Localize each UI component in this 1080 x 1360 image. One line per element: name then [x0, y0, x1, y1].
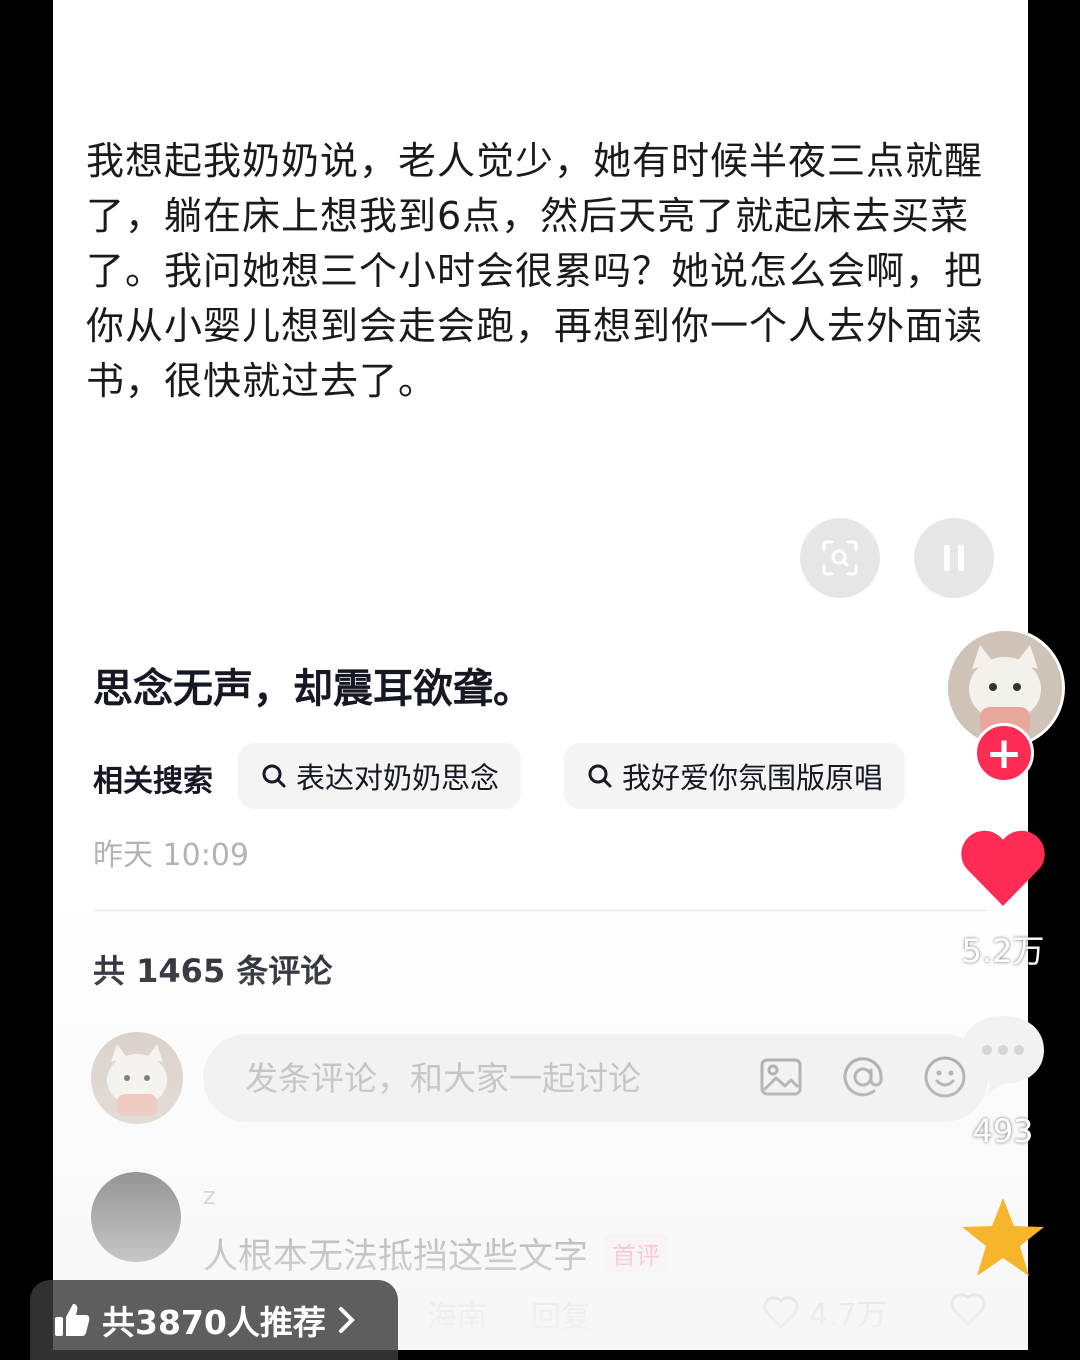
search-icon	[262, 764, 286, 788]
related-search-text: 表达对奶奶思念	[296, 761, 500, 795]
mention-icon[interactable]	[840, 1054, 886, 1100]
comment-count: 共 1465 条评论	[93, 952, 333, 990]
my-avatar[interactable]	[91, 1032, 183, 1124]
reply-button[interactable]: 回复	[531, 1292, 591, 1336]
comment-text-row: 人根本无法抵挡这些文字 首评	[203, 1228, 669, 1279]
related-search-chip[interactable]: 表达对奶奶思念	[238, 743, 522, 809]
comment-count-side: 493	[972, 1112, 1034, 1150]
commenter-name[interactable]: z	[203, 1182, 216, 1210]
cat-avatar-image	[91, 1032, 183, 1124]
scan-icon	[822, 540, 858, 576]
related-search-text: 我好爱你氛围版原唱	[622, 761, 884, 795]
divider	[93, 910, 988, 911]
screenshot-search-button[interactable]	[800, 518, 880, 598]
comment-like-button[interactable]: 4.7万	[761, 1290, 887, 1334]
related-search-chip[interactable]: 我好爱你氛围版原唱	[564, 743, 906, 809]
comment-input-box[interactable]	[203, 1034, 988, 1122]
related-search-label: 相关搜索	[93, 764, 213, 799]
commenter-avatar[interactable]	[91, 1172, 181, 1262]
recommend-text: 共3870人推荐	[102, 1303, 326, 1342]
post-time: 昨天 10:09	[93, 838, 249, 873]
heart-outline-icon	[763, 1296, 799, 1329]
comment-location: 海南	[427, 1300, 487, 1335]
follow-button[interactable]: +	[974, 723, 1034, 783]
like-count: 5.2万	[961, 932, 1045, 970]
post-card: 我想起我奶奶说，老人觉少，她有时候半夜三点就醒了，躺在床上想我到6点，然后天亮了…	[53, 0, 1028, 1350]
chevron-right-icon	[338, 1307, 355, 1333]
recommend-bar[interactable]: 共3870人推荐	[30, 1280, 398, 1360]
search-icon	[588, 764, 612, 788]
broken-heart-icon	[950, 1293, 986, 1326]
comment-bubble-icon[interactable]	[958, 1012, 1048, 1096]
image-icon[interactable]	[758, 1054, 804, 1100]
thumbs-up-icon	[55, 1304, 90, 1336]
like-heart-icon[interactable]	[958, 826, 1048, 908]
post-title: 思念无声，却震耳欲聋。	[93, 666, 533, 712]
favorite-star-icon[interactable]	[958, 1194, 1048, 1280]
comment-input[interactable]	[243, 1057, 717, 1099]
post-text: 我想起我奶奶说，老人觉少，她有时候半夜三点就醒了，躺在床上想我到6点，然后天亮了…	[86, 139, 984, 403]
first-comment-badge: 首评	[604, 1234, 669, 1273]
comment-text: 人根本无法抵挡这些文字	[203, 1237, 589, 1277]
comment-dislike-button[interactable]	[948, 1290, 988, 1332]
comment-like-count: 4.7万	[809, 1298, 887, 1333]
pause-button[interactable]	[914, 518, 994, 598]
pause-icon	[944, 545, 964, 571]
